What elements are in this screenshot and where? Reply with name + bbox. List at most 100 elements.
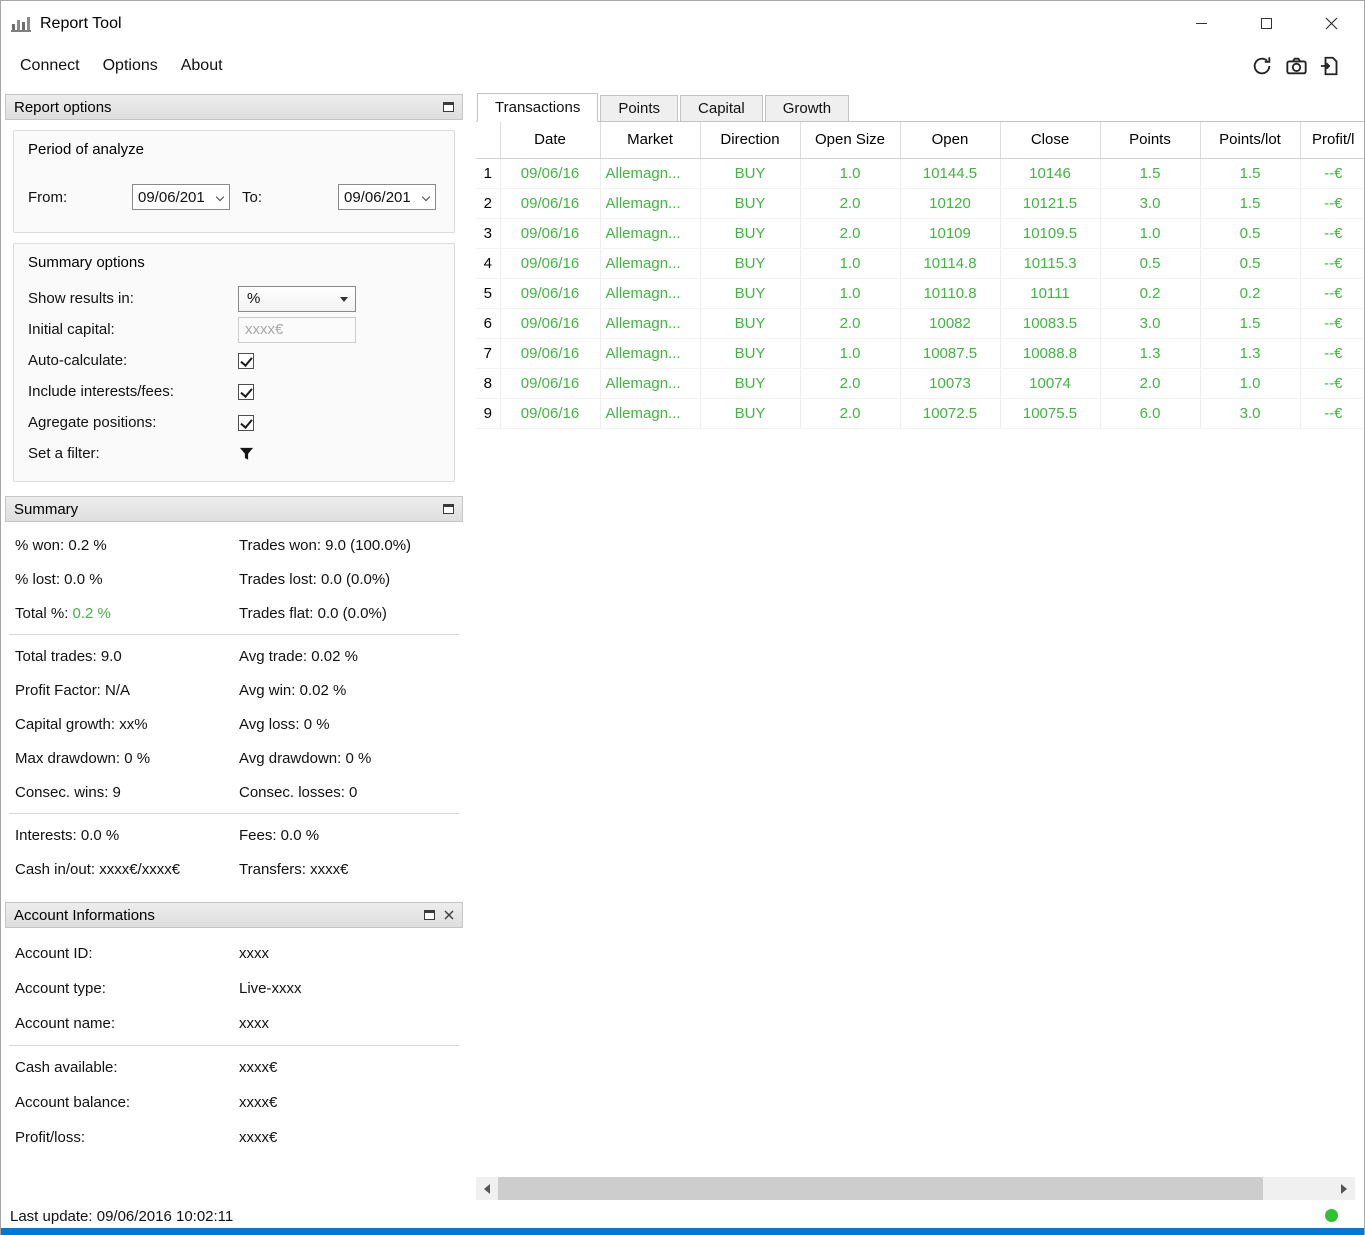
maximize-button[interactable] bbox=[1234, 1, 1299, 46]
table-cell[interactable]: 10144.5 bbox=[900, 158, 1001, 189]
scroll-right-button[interactable] bbox=[1333, 1177, 1355, 1200]
table-cell[interactable]: 3.0 bbox=[1100, 308, 1201, 339]
table-cell[interactable]: BUY bbox=[700, 248, 801, 279]
table-cell[interactable]: 2.0 bbox=[800, 368, 901, 399]
table-cell[interactable]: 2.0 bbox=[1100, 368, 1201, 399]
auto-calculate-checkbox[interactable] bbox=[238, 352, 254, 369]
table-cell[interactable]: BUY bbox=[700, 218, 801, 249]
minimize-button[interactable] bbox=[1169, 1, 1234, 46]
table-cell[interactable]: BUY bbox=[700, 158, 801, 189]
table-cell[interactable]: 6.0 bbox=[1100, 398, 1201, 429]
table-row[interactable]: 3 09/06/16 Allemagn... BUY 2.0 10109 10109.5 1.… bbox=[476, 218, 1364, 249]
column-header[interactable]: Points/lot bbox=[1200, 122, 1301, 159]
float-panel-icon[interactable] bbox=[443, 102, 454, 112]
table-cell[interactable]: --€ bbox=[1300, 278, 1364, 309]
tab-transactions[interactable]: Transactions bbox=[477, 93, 599, 122]
table-row[interactable]: 8 09/06/16 Allemagn... BUY 2.0 10073 10074 2.0 1… bbox=[476, 368, 1364, 399]
scrollbar-thumb[interactable] bbox=[498, 1177, 1263, 1200]
table-cell[interactable]: 1.5 bbox=[1100, 158, 1201, 189]
row-number[interactable]: 9 bbox=[476, 398, 501, 429]
table-cell[interactable]: Allemagn... bbox=[600, 278, 701, 309]
table-row[interactable]: 1 09/06/16 Allemagn... BUY 1.0 10144.5 10146 1.… bbox=[476, 158, 1364, 189]
table-cell[interactable]: 10109.5 bbox=[1000, 218, 1101, 249]
table-cell[interactable]: 10109 bbox=[900, 218, 1001, 249]
table-row[interactable]: 5 09/06/16 Allemagn... BUY 1.0 10110.8 10111 0.… bbox=[476, 278, 1364, 309]
column-header[interactable]: Profit/l bbox=[1300, 122, 1364, 159]
table-cell[interactable]: 1.0 bbox=[800, 248, 901, 279]
table-cell[interactable]: 2.0 bbox=[800, 188, 901, 219]
summary-panel-header[interactable]: Summary bbox=[5, 496, 463, 522]
table-cell[interactable]: BUY bbox=[700, 308, 801, 339]
table-cell[interactable]: 10120 bbox=[900, 188, 1001, 219]
row-number[interactable]: 8 bbox=[476, 368, 501, 399]
table-cell[interactable]: 0.2 bbox=[1100, 278, 1201, 309]
table-cell[interactable]: BUY bbox=[700, 398, 801, 429]
row-number[interactable]: 3 bbox=[476, 218, 501, 249]
table-cell[interactable]: 10114.8 bbox=[900, 248, 1001, 279]
filter-icon[interactable] bbox=[239, 446, 254, 462]
table-cell[interactable]: Allemagn... bbox=[600, 398, 701, 429]
table-cell[interactable]: 10115.3 bbox=[1000, 248, 1101, 279]
scroll-left-button[interactable] bbox=[476, 1177, 498, 1200]
table-cell[interactable]: 09/06/16 bbox=[500, 248, 601, 279]
table-cell[interactable]: BUY bbox=[700, 338, 801, 369]
table-cell[interactable]: 10110.8 bbox=[900, 278, 1001, 309]
initial-capital-input[interactable] bbox=[238, 316, 356, 343]
menu-options[interactable]: Options bbox=[94, 53, 167, 79]
table-cell[interactable]: --€ bbox=[1300, 158, 1364, 189]
table-cell[interactable]: 1.3 bbox=[1100, 338, 1201, 369]
table-cell[interactable]: Allemagn... bbox=[600, 248, 701, 279]
column-header[interactable]: Open bbox=[900, 122, 1001, 159]
close-button[interactable] bbox=[1299, 1, 1364, 46]
to-date-input[interactable]: 09/06/201 bbox=[338, 184, 436, 210]
table-cell[interactable]: --€ bbox=[1300, 398, 1364, 429]
report-options-panel-header[interactable]: Report options bbox=[5, 94, 463, 120]
table-cell[interactable]: 10111 bbox=[1000, 278, 1101, 309]
table-cell[interactable]: 10073 bbox=[900, 368, 1001, 399]
table-cell[interactable]: 1.0 bbox=[800, 338, 901, 369]
column-header[interactable]: Close bbox=[1000, 122, 1101, 159]
row-number[interactable]: 6 bbox=[476, 308, 501, 339]
refresh-icon[interactable] bbox=[1251, 55, 1273, 77]
table-cell[interactable]: 1.0 bbox=[800, 278, 901, 309]
table-cell[interactable]: 1.3 bbox=[1200, 338, 1301, 369]
tab-points[interactable]: Points bbox=[600, 95, 679, 121]
table-cell[interactable]: 09/06/16 bbox=[500, 308, 601, 339]
close-panel-icon[interactable] bbox=[444, 910, 454, 920]
table-cell[interactable]: 0.2 bbox=[1200, 278, 1301, 309]
table-cell[interactable]: --€ bbox=[1300, 308, 1364, 339]
table-cell[interactable]: 09/06/16 bbox=[500, 278, 601, 309]
table-cell[interactable]: 10074 bbox=[1000, 368, 1101, 399]
row-number[interactable]: 4 bbox=[476, 248, 501, 279]
table-row[interactable]: 7 09/06/16 Allemagn... BUY 1.0 10087.5 10088.8… bbox=[476, 338, 1364, 369]
column-header[interactable]: Market bbox=[600, 122, 701, 159]
agregate-positions-checkbox[interactable] bbox=[238, 414, 254, 431]
table-cell[interactable]: 1.5 bbox=[1200, 158, 1301, 189]
table-cell[interactable]: 3.0 bbox=[1100, 188, 1201, 219]
float-panel-icon[interactable] bbox=[443, 504, 454, 514]
table-cell[interactable]: --€ bbox=[1300, 338, 1364, 369]
table-cell[interactable]: 10083.5 bbox=[1000, 308, 1101, 339]
column-header[interactable]: Points bbox=[1100, 122, 1201, 159]
row-number[interactable]: 1 bbox=[476, 158, 501, 189]
from-date-input[interactable]: 09/06/201 bbox=[132, 184, 230, 210]
table-cell[interactable]: 1.5 bbox=[1200, 188, 1301, 219]
table-cell[interactable]: --€ bbox=[1300, 218, 1364, 249]
table-cell[interactable]: 10087.5 bbox=[900, 338, 1001, 369]
table-cell[interactable]: 2.0 bbox=[800, 218, 901, 249]
show-results-select[interactable]: % bbox=[238, 285, 356, 312]
table-cell[interactable]: 0.5 bbox=[1100, 248, 1201, 279]
table-cell[interactable]: 09/06/16 bbox=[500, 188, 601, 219]
column-header[interactable]: Date bbox=[500, 122, 601, 159]
table-cell[interactable]: Allemagn... bbox=[600, 218, 701, 249]
table-cell[interactable]: 09/06/16 bbox=[500, 338, 601, 369]
table-cell[interactable]: 10146 bbox=[1000, 158, 1101, 189]
table-cell[interactable]: Allemagn... bbox=[600, 338, 701, 369]
table-cell[interactable]: BUY bbox=[700, 188, 801, 219]
table-cell[interactable]: 1.0 bbox=[1200, 368, 1301, 399]
table-cell[interactable]: 1.0 bbox=[1100, 218, 1201, 249]
column-header[interactable]: Open Size bbox=[800, 122, 901, 159]
table-cell[interactable]: 1.0 bbox=[800, 158, 901, 189]
table-cell[interactable]: 10072.5 bbox=[900, 398, 1001, 429]
table-cell[interactable]: 0.5 bbox=[1200, 218, 1301, 249]
